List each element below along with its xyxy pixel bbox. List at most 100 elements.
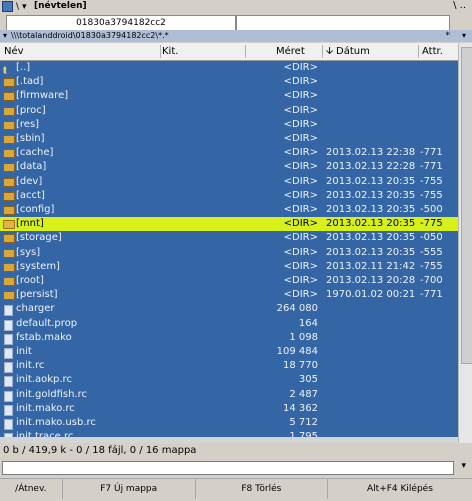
current-path: \\\totalanddroid\01830a3794182cc2\*.* (11, 31, 169, 40)
folder-icon (3, 135, 15, 144)
fkey-new-folder-button[interactable]: F7 Új mappa (63, 479, 196, 499)
header-date[interactable]: Dátum (336, 43, 370, 60)
folder-row[interactable]: [sbin] <DIR> (0, 132, 458, 146)
filter-label[interactable]: * (446, 30, 451, 42)
filter-dropdown-icon[interactable]: ▾ (462, 30, 466, 42)
header-divider[interactable] (322, 45, 323, 58)
drive-dropdown-icon[interactable]: ▾ (22, 2, 27, 12)
header-divider[interactable] (418, 45, 419, 58)
file-size: <DIR> (283, 289, 318, 301)
folder-row[interactable]: [data] <DIR> 2013.02.13 22:28 -771 (0, 160, 458, 174)
file-size: 164 (298, 317, 318, 329)
file-row[interactable]: init.mako.usb.rc 5 712 (0, 416, 458, 430)
folder-row[interactable]: [cache] <DIR> 2013.02.13 22:38 -771 (0, 146, 458, 160)
header-divider[interactable] (245, 45, 246, 58)
file-name: [res] (16, 118, 40, 130)
drive-selector[interactable]: \ ▾ (2, 1, 27, 12)
file-size: <DIR> (283, 189, 318, 201)
folder-row[interactable]: [root] <DIR> 2013.02.13 20:28 -700 (0, 274, 458, 288)
file-row[interactable]: init 109 484 (0, 345, 458, 359)
file-row[interactable]: init.aokp.rc 305 (0, 373, 458, 388)
file-name: init (16, 346, 32, 357)
header-size[interactable]: Méret (276, 43, 305, 60)
file-icon (3, 333, 13, 345)
folder-icon (3, 234, 15, 244)
fkey-exit-button[interactable]: Alt+F4 Kilépés (328, 479, 472, 499)
file-list[interactable]: ⮬ [..] <DIR> [.tad] <DIR> [firmware] <DIR> [pro… (0, 61, 458, 443)
file-row[interactable]: fstab.mako 1 098 (0, 331, 458, 345)
file-size: 2 487 (289, 388, 318, 400)
tab-current-folder[interactable]: 01830a3794182cc2 (6, 15, 236, 30)
folder-row[interactable]: [persist] <DIR> 1970.01.02 00:21 -771 (0, 288, 458, 302)
file-row[interactable]: init.rc 18 770 (0, 359, 458, 374)
folder-icon (3, 149, 15, 159)
file-name: [cache] (16, 147, 54, 159)
horizontal-scrollbar[interactable] (0, 437, 458, 443)
sort-desc-icon[interactable]: 🡫 (326, 43, 333, 60)
file-row[interactable]: init.goldfish.rc 2 487 (0, 388, 458, 402)
command-input[interactable] (2, 461, 454, 475)
vertical-scrollbar[interactable] (458, 43, 472, 443)
file-date: 2013.02.13 20:35 (326, 189, 416, 201)
folder-row[interactable]: ⮬ [..] <DIR> (0, 61, 458, 76)
file-size: <DIR> (283, 118, 318, 130)
fkey-rename-button[interactable]: /Átnev. (0, 479, 63, 499)
file-size: <DIR> (283, 147, 318, 159)
file-attr: -555 (420, 246, 443, 258)
path-history-icon[interactable]: ▾ (3, 31, 7, 40)
folder-row[interactable]: [res] <DIR> (0, 118, 458, 132)
file-date: 2013.02.13 20:35 (326, 246, 416, 258)
folder-row[interactable]: [.tad] <DIR> (0, 75, 458, 89)
folder-row[interactable]: [sys] <DIR> 2013.02.13 20:35 -555 (0, 246, 458, 260)
folder-row[interactable]: [acct] <DIR> 2013.02.13 20:35 -755 (0, 189, 458, 203)
file-row[interactable]: default.prop 164 (0, 317, 458, 331)
folder-row[interactable]: [system] <DIR> 2013.02.11 21:42 -755 (0, 260, 458, 274)
folder-icon (3, 206, 15, 215)
folder-icon (3, 106, 15, 116)
folder-row[interactable]: [firmware] <DIR> (0, 89, 458, 103)
folder-row[interactable]: [mnt] <DIR> 2013.02.13 20:35 -775 (0, 217, 458, 232)
folder-icon (3, 291, 15, 301)
header-divider[interactable] (160, 45, 161, 58)
folder-row[interactable]: [proc] <DIR> (0, 104, 458, 118)
folder-row[interactable]: [config] <DIR> 2013.02.13 20:35 -500 (0, 203, 458, 217)
folder-icon (3, 262, 15, 272)
tab-bar: 01830a3794182cc2 (0, 14, 472, 30)
file-name: [dev] (16, 175, 43, 187)
file-row[interactable]: init.mako.rc 14 362 (0, 402, 458, 416)
file-icon (3, 362, 13, 374)
file-name: [sys] (16, 246, 41, 258)
volume-label: [névtelen] (34, 1, 87, 11)
file-size: <DIR> (283, 246, 318, 258)
file-date: 2013.02.13 20:28 (326, 275, 416, 286)
file-attr: -771 (420, 147, 443, 159)
file-attr: -500 (420, 204, 443, 215)
file-row[interactable]: charger 264 080 (0, 302, 458, 317)
file-size: <DIR> (283, 62, 318, 73)
header-attr[interactable]: Attr. (422, 43, 443, 60)
header-ext[interactable]: Kit. (162, 43, 178, 60)
file-name: [data] (16, 161, 47, 173)
file-size: 18 770 (283, 360, 318, 372)
file-name: [proc] (16, 104, 46, 116)
file-attr: -755 (420, 175, 443, 187)
file-name: [system] (16, 260, 60, 272)
folder-icon (3, 78, 15, 88)
folder-row[interactable]: [dev] <DIR> 2013.02.13 20:35 -755 (0, 175, 458, 189)
file-name: [sbin] (16, 133, 45, 144)
path-bar[interactable]: ▾ \\\totalanddroid\01830a3794182cc2\*.* … (0, 30, 472, 42)
folder-row[interactable]: [storage] <DIR> 2013.02.13 20:35 -050 (0, 231, 458, 245)
folder-icon (3, 120, 15, 130)
file-attr: -755 (420, 189, 443, 201)
file-icon (3, 319, 13, 331)
scrollbar-thumb[interactable] (461, 47, 472, 364)
file-attr: -771 (420, 289, 443, 301)
fkey-delete-button[interactable]: F8 Törlés (196, 479, 328, 499)
command-history-dropdown-icon[interactable]: ▾ (461, 461, 466, 471)
file-name: charger (16, 303, 55, 315)
file-icon (3, 305, 13, 317)
root-parent-buttons[interactable]: \ .. (453, 0, 466, 11)
folder-icon (3, 220, 15, 230)
header-name[interactable]: Név (4, 43, 24, 60)
file-attr: -771 (420, 161, 443, 173)
